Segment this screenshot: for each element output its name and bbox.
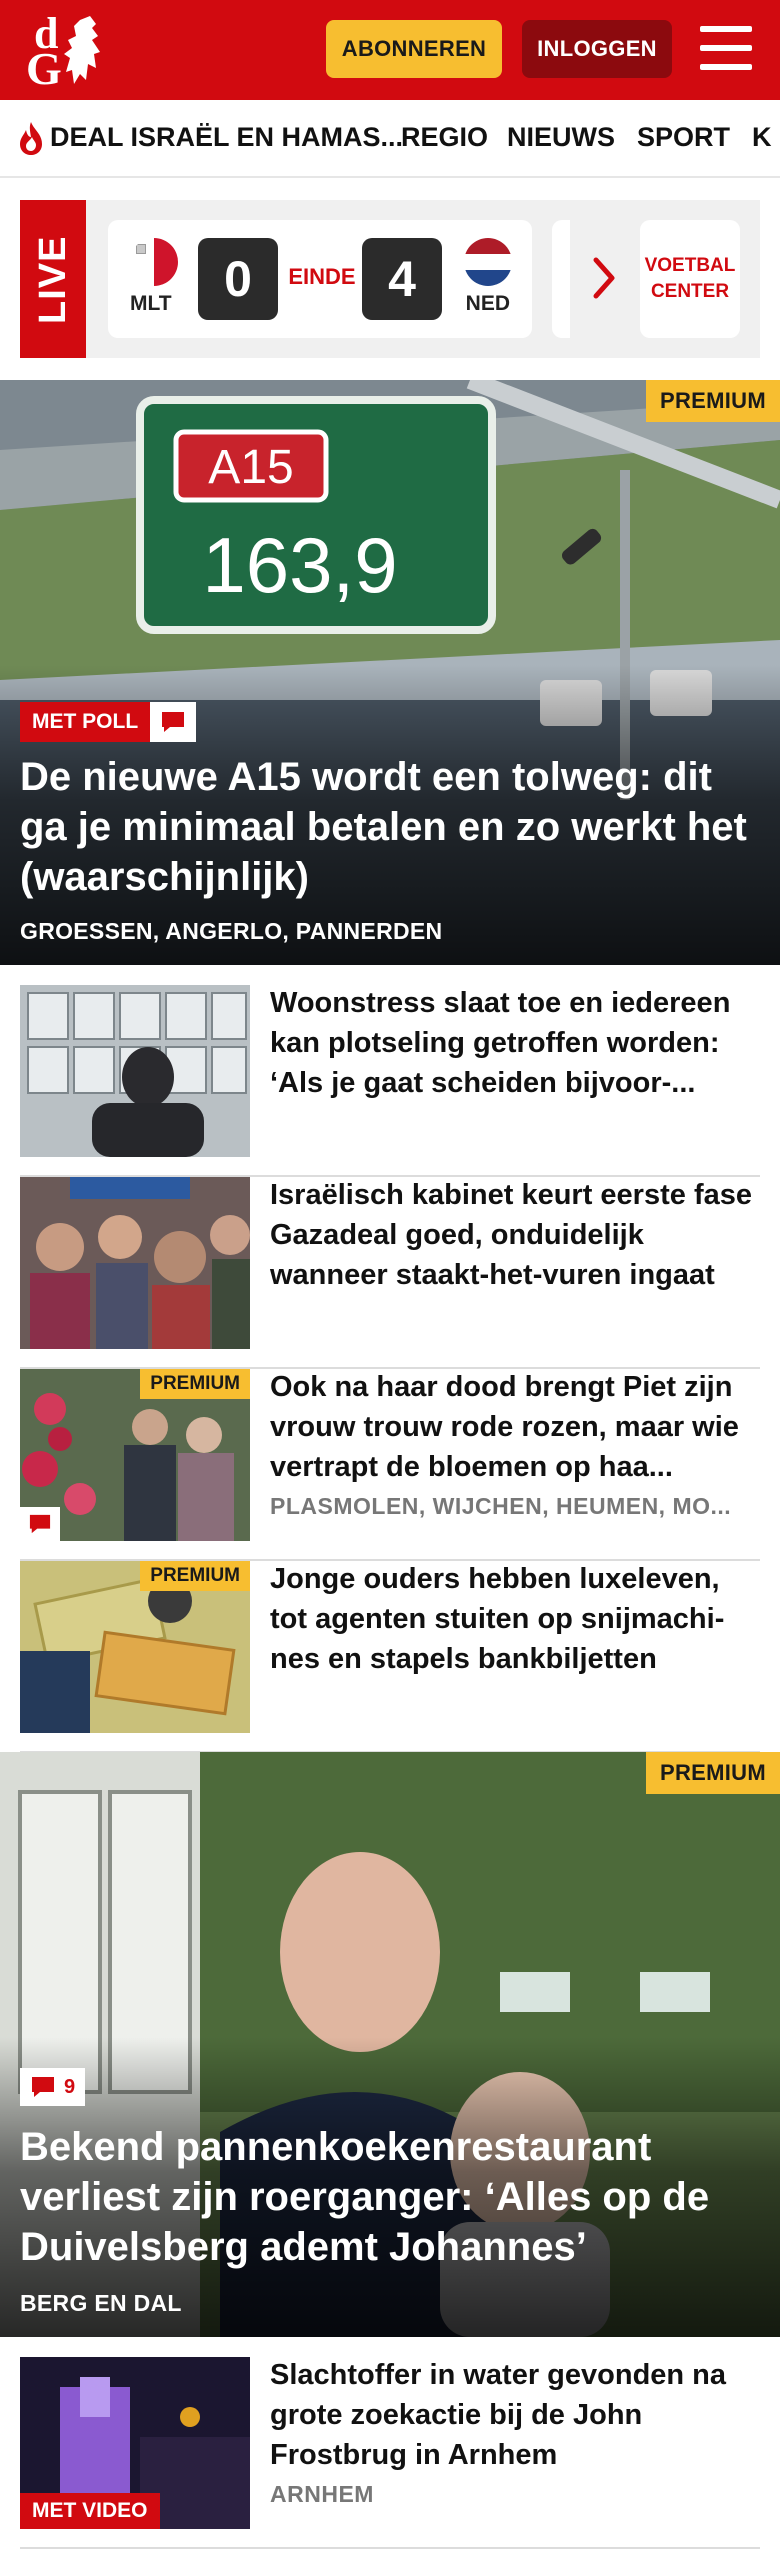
article-title[interactable]: Ook na haar dood brengt Piet zijn vrouw … [270,1367,760,1487]
malta-flag-icon [130,238,178,286]
login-button[interactable]: INLOGGEN [522,20,672,78]
hamburger-menu-icon[interactable] [700,26,752,70]
away-score: 4 [362,238,442,320]
subscribe-button[interactable]: ABONNEREN [326,20,502,78]
horse-emblem-icon [64,16,100,84]
hero-article-title[interactable]: Bekend pannenkoekenrestaurant verliest z… [20,2122,760,2272]
article-thumbnail: PREMIUM [20,1561,250,1733]
article-item[interactable]: PREMIUM Jonge ouders hebben luxeleven, t… [20,1561,760,1753]
away-team-code: NED [465,292,510,315]
nav-item-nieuws[interactable]: NIEUWS [507,122,615,153]
article-title[interactable]: Israëlisch kabinet keurt eerste fase Gaz… [270,1175,760,1295]
svg-text:163,9: 163,9 [202,521,397,609]
match-card-mlt-ned[interactable]: MLT 0 EINDE 4 NED [108,220,532,338]
article-title[interactable]: Slachtoffer in water gevonden na grote z… [270,2355,760,2475]
article-thumbnail [20,1177,250,1349]
nav-item-next[interactable]: K [752,122,772,153]
svg-text:A15: A15 [208,441,293,494]
live-scores-bar: LIVE MLT 0 EINDE 4 NED VOETBAL CENTER [20,200,760,358]
hero-article-a15[interactable]: A15 163,9 PREMIUM MET POLL De nieuwe A15… [0,380,780,965]
flame-icon [20,122,42,155]
hero-article-location: BERG EN DAL [20,2290,182,2316]
article-location: ARNHEM [270,2481,374,2507]
premium-badge: PREMIUM [140,1561,250,1591]
hero-article-pannenkoek[interactable]: PREMIUM 9 Bekend pannenkoekenrestaurant … [0,1752,780,2337]
section-nav: DEAL ISRAËL EN HAMAS... REGIO NIEUWS SPO… [0,100,780,178]
nav-item-regio[interactable]: REGIO [401,122,488,153]
premium-badge: PREMIUM [646,1752,780,1794]
next-match-card-edge[interactable] [552,220,570,338]
article-title[interactable]: Jonge ouders hebben luxeleven, tot agent… [270,1559,760,1679]
article-item[interactable]: PREMIUM Ook na haar dood brengt Piet zij… [20,1369,760,1561]
article-thumbnail: PREMIUM [20,1369,250,1541]
voetbal-center-link[interactable]: VOETBAL CENTER [640,220,740,338]
home-score: 0 [198,238,278,320]
met-poll-tag: MET POLL [20,702,151,742]
article-title[interactable]: Woonstress slaat toe en iedereen kan plo… [270,983,760,1103]
met-video-tag: MET VIDEO [20,2493,160,2529]
hero-article-title[interactable]: De nieuwe A15 wordt een tolweg: dit ga j… [20,752,760,902]
hero-article-location: GROESSEN, ANGERLO, PANNERDEN [20,918,443,944]
dg-logo[interactable]: d G [22,12,114,92]
chevron-right-icon[interactable] [592,256,618,300]
article-location: PLASMOLEN, WIJCHEN, HEUMEN, MO... [270,1493,732,1519]
premium-badge: PREMIUM [140,1369,250,1399]
article-thumbnail: MET VIDEO [20,2357,250,2529]
comment-count: 9 [64,2075,76,2098]
live-label: LIVE [20,200,86,358]
comment-icon [20,1507,60,1541]
premium-badge: PREMIUM [646,380,780,422]
match-status: EINDE [288,264,356,289]
article-thumbnail [20,985,250,1157]
article-item[interactable]: Israëlisch kabinet keurt eerste fase Gaz… [20,1177,760,1369]
site-header: d G ABONNEREN INLOGGEN [0,0,780,100]
comment-icon [32,2077,54,2097]
article-item[interactable]: Woonstress slaat toe en iedereen kan plo… [20,985,760,1177]
logo-letter-g: G [26,43,62,94]
home-team-code: MLT [130,292,172,315]
article-item[interactable]: MET VIDEO Slachtoffer in water gevonden … [20,2357,760,2549]
comment-icon [150,702,196,742]
netherlands-flag-icon [464,238,512,286]
comment-count-tag: 9 [20,2068,86,2106]
nav-item-deal-israel-hamas[interactable]: DEAL ISRAËL EN HAMAS... [50,122,403,153]
nav-item-sport[interactable]: SPORT [637,122,730,153]
